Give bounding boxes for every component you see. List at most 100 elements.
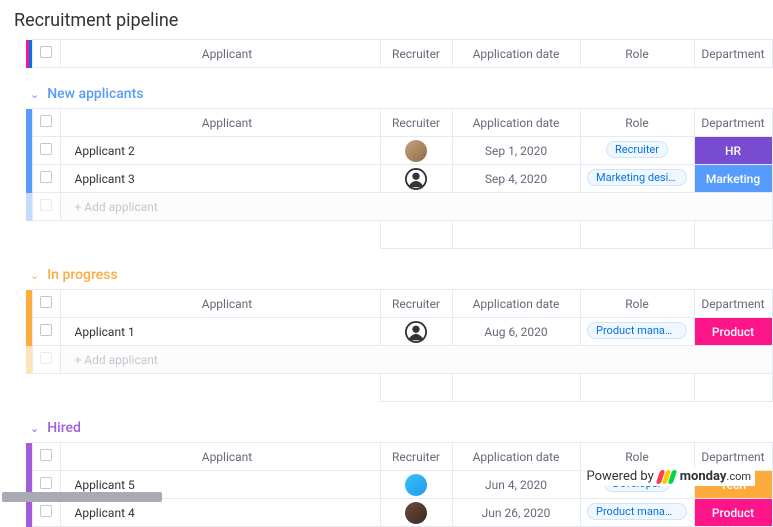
avatar	[405, 474, 427, 496]
summary-cell	[380, 221, 452, 249]
master-checkbox-cell[interactable]	[32, 40, 60, 68]
col-applicant[interactable]: Applicant	[60, 290, 380, 318]
table-row[interactable]: Applicant 3 Sep 4, 2020 Marketing designer…	[26, 165, 772, 193]
group-checkbox-cell[interactable]	[32, 443, 60, 471]
table-row[interactable]: Applicant 4 Jun 26, 2020 Product manager Pr…	[26, 499, 772, 527]
col-date[interactable]: Application date	[452, 290, 580, 318]
checkbox-icon	[40, 171, 52, 183]
master-header-table: Applicant Recruiter Application date Rol…	[26, 39, 773, 68]
checkbox-icon	[40, 324, 52, 336]
role-pill: Marketing designer	[587, 169, 687, 186]
chevron-down-icon: ⌄	[30, 422, 39, 435]
group-checkbox-cell[interactable]	[32, 290, 60, 318]
recruiter-cell[interactable]	[380, 165, 452, 193]
group-checkbox-cell[interactable]	[32, 109, 60, 137]
role-pill: Product manager	[587, 503, 687, 520]
role-cell[interactable]: Recruiter	[580, 137, 694, 165]
group-column-header: ApplicantRecruiterApplication dateRoleDe…	[26, 109, 772, 137]
group-header[interactable]: ⌄ In progress	[26, 249, 773, 289]
checkbox-icon	[40, 449, 52, 461]
group-header[interactable]: ⌄ Hired	[26, 402, 773, 442]
col-department[interactable]: Department	[694, 109, 772, 137]
recruiter-cell[interactable]	[380, 499, 452, 527]
date-cell[interactable]: Aug 6, 2020	[452, 318, 580, 346]
role-cell[interactable]: Product manager	[580, 318, 694, 346]
role-cell[interactable]: Product manager	[580, 499, 694, 527]
group-name: Hired	[47, 420, 81, 436]
date-cell[interactable]: Sep 1, 2020	[452, 137, 580, 165]
date-cell[interactable]: Sep 4, 2020	[452, 165, 580, 193]
col-role[interactable]: Role	[580, 290, 694, 318]
col-applicant[interactable]: Applicant	[60, 443, 380, 471]
checkbox-icon	[40, 199, 52, 211]
add-applicant-label[interactable]: + Add applicant	[60, 193, 772, 221]
role-pill: Recruiter	[606, 141, 668, 158]
group-summary-row	[26, 221, 772, 249]
col-recruiter[interactable]: Recruiter	[380, 40, 452, 68]
col-recruiter[interactable]: Recruiter	[380, 290, 452, 318]
col-date[interactable]: Application date	[452, 443, 580, 471]
chevron-down-icon: ⌄	[30, 88, 39, 101]
col-date[interactable]: Application date	[452, 40, 580, 68]
group-header[interactable]: ⌄ New applicants	[26, 68, 773, 108]
row-checkbox-cell[interactable]	[32, 137, 60, 165]
date-cell[interactable]: Jun 4, 2020	[452, 471, 580, 499]
row-checkbox-cell[interactable]	[32, 499, 60, 527]
department-cell[interactable]: Product	[694, 318, 772, 346]
powered-by-badge[interactable]: Powered by monday.com	[582, 467, 755, 486]
summary-cell	[694, 221, 772, 249]
horizontal-scrollbar[interactable]	[2, 492, 162, 502]
checkbox-icon	[40, 477, 52, 489]
master-header-row: Applicant Recruiter Application date Rol…	[26, 40, 772, 68]
recruiter-cell[interactable]	[380, 137, 452, 165]
row-checkbox-cell[interactable]	[32, 165, 60, 193]
department-cell[interactable]: Product	[694, 499, 772, 527]
add-applicant-row[interactable]: + Add applicant	[26, 346, 772, 374]
add-applicant-row[interactable]: + Add applicant	[26, 193, 772, 221]
applicant-name[interactable]: Applicant 1	[60, 318, 380, 346]
group-summary-row	[26, 374, 772, 402]
checkbox-icon	[40, 46, 52, 58]
summary-cell	[580, 221, 694, 249]
col-date[interactable]: Application date	[452, 109, 580, 137]
avatar	[405, 140, 427, 162]
checkbox-icon	[40, 115, 52, 127]
recruiter-cell[interactable]	[380, 318, 452, 346]
group-column-header: ApplicantRecruiterApplication dateRoleDe…	[26, 290, 772, 318]
row-accent	[26, 346, 32, 374]
group-name: New applicants	[47, 86, 143, 102]
row-checkbox-cell[interactable]	[32, 318, 60, 346]
add-applicant-label[interactable]: + Add applicant	[60, 346, 772, 374]
col-role[interactable]: Role	[580, 40, 694, 68]
row-accent	[26, 193, 32, 221]
col-recruiter[interactable]: Recruiter	[380, 109, 452, 137]
applicant-name[interactable]: Applicant 2	[60, 137, 380, 165]
row-checkbox-cell	[32, 193, 60, 221]
recruiter-cell[interactable]	[380, 471, 452, 499]
applicant-name[interactable]: Applicant 3	[60, 165, 380, 193]
summary-cell	[580, 374, 694, 402]
applicant-name[interactable]: Applicant 4	[60, 499, 380, 527]
board-area: Applicant Recruiter Application date Rol…	[0, 39, 773, 527]
col-department[interactable]: Department	[694, 40, 772, 68]
department-cell[interactable]: HR	[694, 137, 772, 165]
col-department[interactable]: Department	[694, 290, 772, 318]
col-applicant[interactable]: Applicant	[60, 109, 380, 137]
role-cell[interactable]: Marketing designer	[580, 165, 694, 193]
summary-cell	[694, 374, 772, 402]
col-role[interactable]: Role	[580, 109, 694, 137]
date-cell[interactable]: Jun 26, 2020	[452, 499, 580, 527]
col-applicant[interactable]: Applicant	[60, 40, 380, 68]
chevron-down-icon: ⌄	[30, 269, 39, 282]
summary-cell	[380, 374, 452, 402]
group-table: ApplicantRecruiterApplication dateRoleDe…	[26, 289, 773, 402]
group-table: ApplicantRecruiterApplication dateRoleDe…	[26, 108, 773, 249]
table-row[interactable]: Applicant 1 Aug 6, 2020Product managerPro…	[26, 318, 772, 346]
table-row[interactable]: Applicant 2 Sep 1, 2020 Recruiter HR	[26, 137, 772, 165]
department-cell[interactable]: Marketing	[694, 165, 772, 193]
page-title: Recruitment pipeline	[0, 0, 773, 39]
col-recruiter[interactable]: Recruiter	[380, 443, 452, 471]
group-name: In progress	[47, 267, 118, 283]
row-checkbox-cell	[32, 346, 60, 374]
checkbox-icon	[40, 352, 52, 364]
